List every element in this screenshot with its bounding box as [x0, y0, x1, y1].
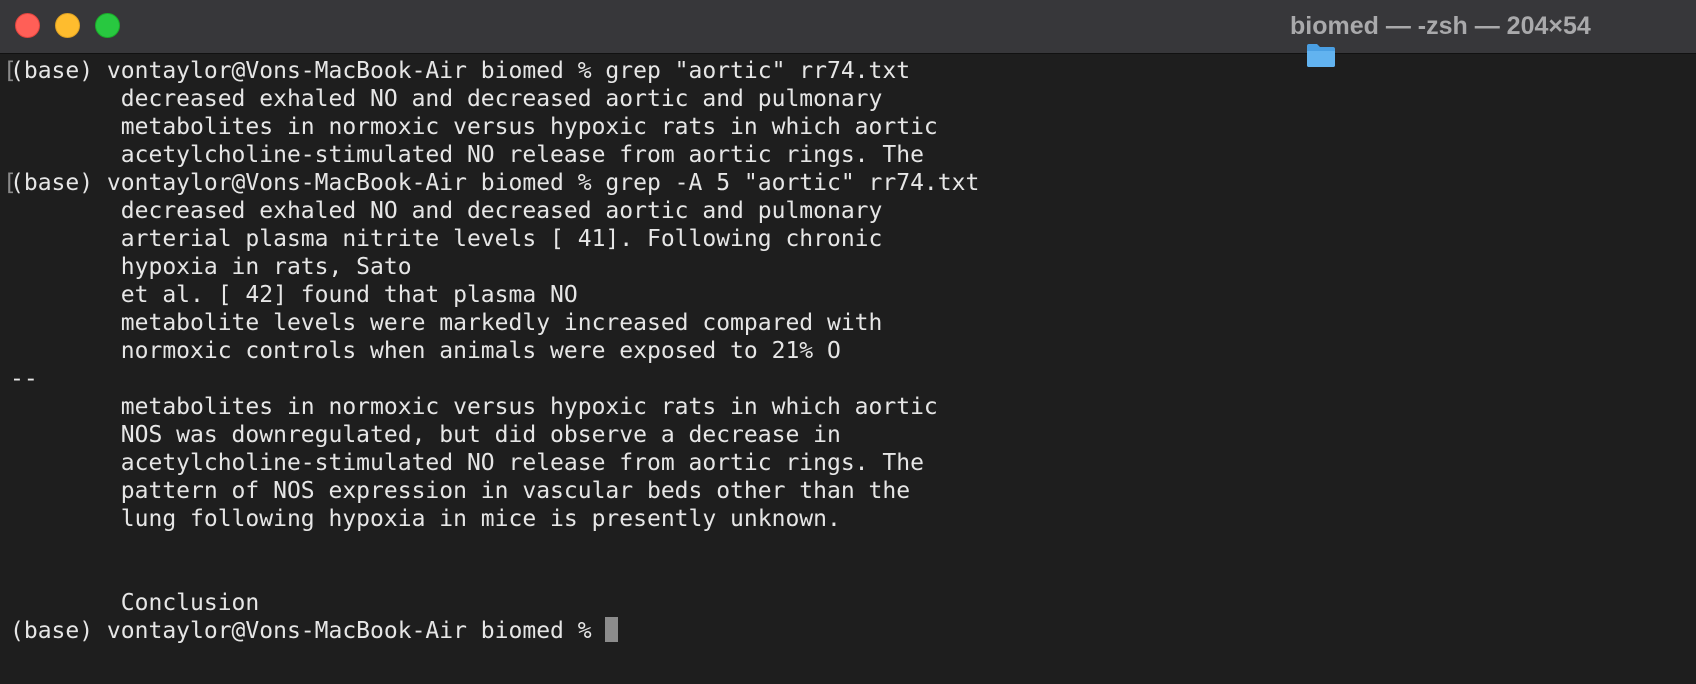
output-line: decreased exhaled NO and decreased aorti…: [10, 198, 883, 224]
text-cursor: [605, 617, 619, 642]
output-line: metabolites in normoxic versus hypoxic r…: [10, 114, 938, 140]
output-line: acetylcholine-stimulated NO release from…: [10, 450, 924, 476]
folder-icon: [1250, 13, 1335, 67]
maximize-button[interactable]: [95, 13, 120, 38]
title-bar[interactable]: biomed — -zsh — 204×54: [0, 0, 1696, 67]
output-line: pattern of NOS expression in vascular be…: [10, 478, 911, 504]
output-line: hypoxia in rats, Sato: [10, 254, 412, 280]
window-title: biomed — -zsh — 204×54: [1250, 8, 1591, 67]
prompt-line: [(base) vontaylor@Vons-MacBook-Air biome…: [3, 57, 1696, 85]
terminal-window: biomed — -zsh — 204×54 [(base) vontaylor…: [0, 0, 1696, 684]
window-title-text: biomed — -zsh — 204×54: [1290, 11, 1591, 40]
prompt-text: (base) vontaylor@Vons-MacBook-Air biomed…: [10, 618, 606, 644]
output-line: normoxic controls when animals were expo…: [10, 338, 841, 364]
prompt-line[interactable]: (base) vontaylor@Vons-MacBook-Air biomed…: [10, 617, 1696, 645]
output-line: lung following hypoxia in mice is presen…: [10, 506, 841, 532]
output-line: arterial plasma nitrite levels [ 41]. Fo…: [10, 226, 883, 252]
command-text: (base) vontaylor@Vons-MacBook-Air biomed…: [10, 58, 911, 84]
mark-indicator: [: [3, 58, 17, 84]
minimize-button[interactable]: [55, 13, 80, 38]
terminal-output[interactable]: [(base) vontaylor@Vons-MacBook-Air biome…: [0, 57, 1696, 645]
output-line: Conclusion: [10, 590, 260, 616]
prompt-line: [(base) vontaylor@Vons-MacBook-Air biome…: [3, 169, 1696, 197]
command-text: (base) vontaylor@Vons-MacBook-Air biomed…: [10, 170, 980, 196]
output-line: decreased exhaled NO and decreased aorti…: [10, 86, 883, 112]
output-line: metabolite levels were markedly increase…: [10, 310, 883, 336]
output-line: metabolites in normoxic versus hypoxic r…: [10, 394, 938, 420]
output-line: acetylcholine-stimulated NO release from…: [10, 142, 924, 168]
mark-indicator: [: [3, 170, 17, 196]
separator-line: --: [10, 366, 38, 392]
close-button[interactable]: [15, 13, 40, 38]
output-line: NOS was downregulated, but did observe a…: [10, 422, 841, 448]
output-line: et al. [ 42] found that plasma NO: [10, 282, 578, 308]
